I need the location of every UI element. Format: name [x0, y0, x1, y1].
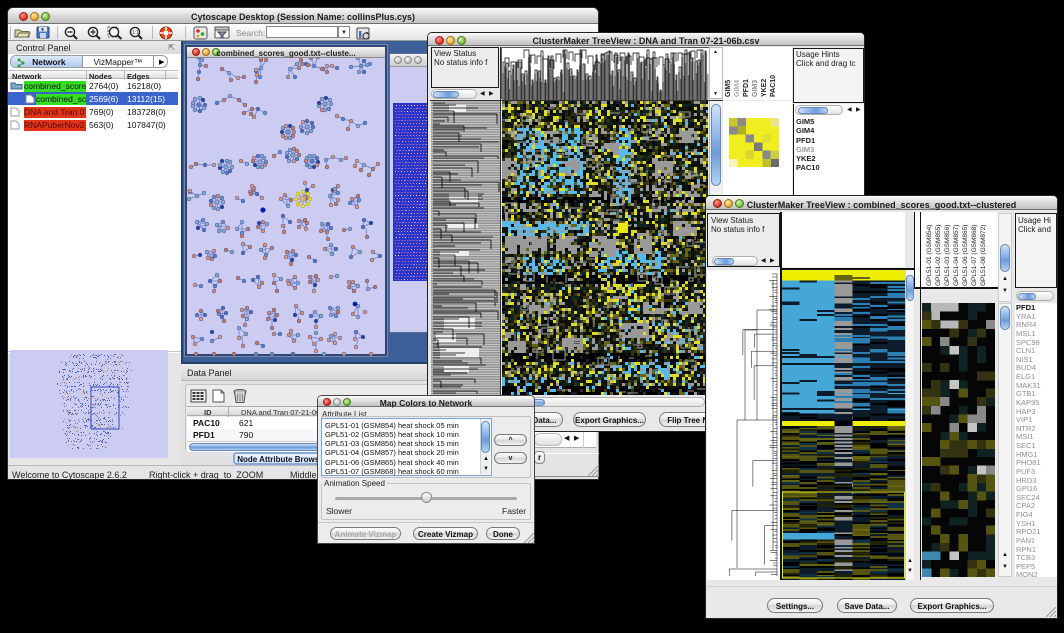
svg-text:1:1: 1:1 — [132, 30, 139, 36]
